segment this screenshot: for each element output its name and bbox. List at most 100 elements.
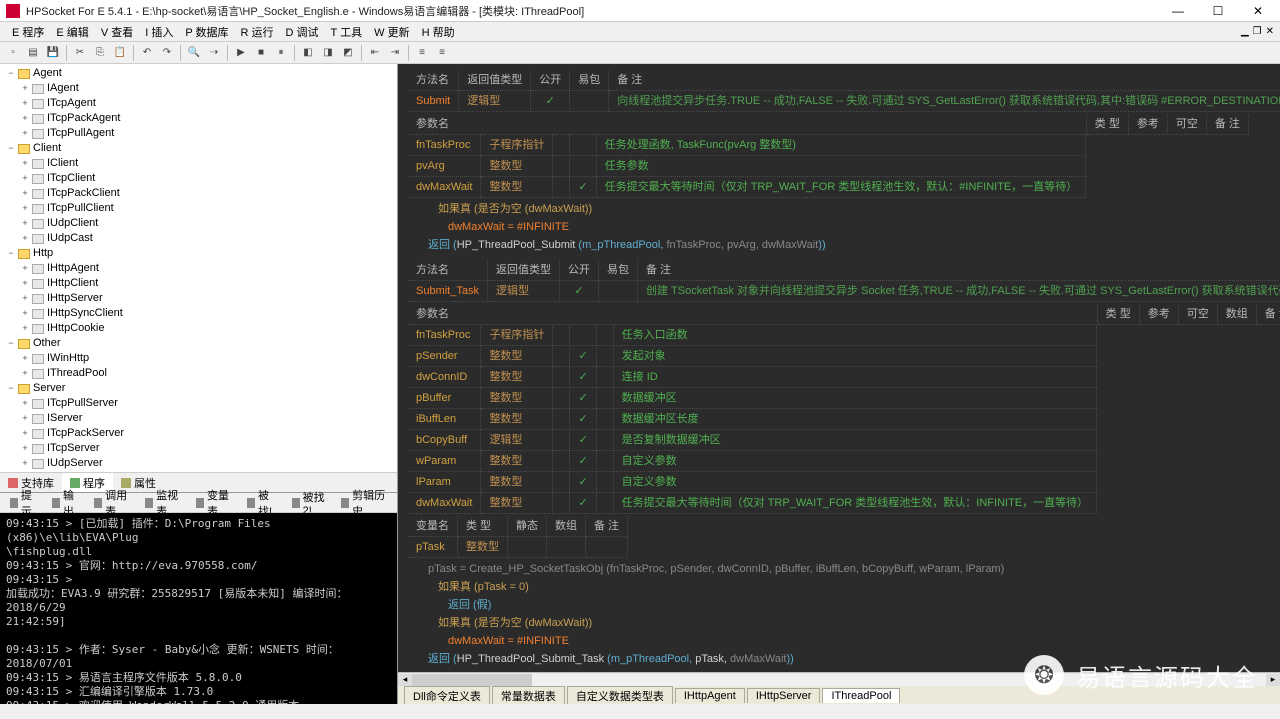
tree-item[interactable]: −Other [2, 336, 395, 351]
tree-item[interactable]: +ITcpPullAgent [2, 126, 395, 141]
expand-icon[interactable]: − [6, 142, 16, 155]
expand-icon[interactable]: − [6, 382, 16, 395]
tree-item[interactable]: +IHttpCookie [2, 321, 395, 336]
tree-item[interactable]: +ITcpPackAgent [2, 111, 395, 126]
tree-item[interactable]: +IThreadPool [2, 366, 395, 381]
tool-open-icon[interactable]: ▤ [24, 44, 42, 62]
tool-cut-icon[interactable]: ✂ [71, 44, 89, 62]
tool-a-icon[interactable]: ◧ [299, 44, 317, 62]
project-tree[interactable]: −Agent+IAgent+ITcpAgent+ITcpPackAgent+IT… [0, 64, 397, 472]
expand-icon[interactable]: − [6, 247, 16, 260]
expand-icon[interactable]: + [20, 232, 30, 245]
tree-item[interactable]: +IUdpServer [2, 456, 395, 471]
tree-item[interactable]: −Agent [2, 66, 395, 81]
expand-icon[interactable]: + [20, 322, 30, 335]
editor-tab[interactable]: IHttpAgent [675, 688, 745, 703]
tool-findnext-icon[interactable]: ⇢ [205, 44, 223, 62]
tree-item[interactable]: +IHttpClient [2, 276, 395, 291]
expand-icon[interactable]: + [20, 82, 30, 95]
tree-item[interactable]: +ITcpPullClient [2, 201, 395, 216]
tree-item[interactable]: +IWinHttp [2, 351, 395, 366]
expand-icon[interactable]: + [20, 277, 30, 290]
code-editor[interactable]: 方法名返回值类型公开易包备 注 Submit逻辑型✓向线程池提交异步任务.TRU… [398, 64, 1280, 672]
mdi-close-icon[interactable]: ✕ [1266, 26, 1274, 37]
editor-tab[interactable]: Dll命令定义表 [404, 686, 490, 705]
tree-item[interactable]: +IAgent [2, 81, 395, 96]
tool-save-icon[interactable]: 💾 [44, 44, 62, 62]
tree-item[interactable]: +IServer [2, 411, 395, 426]
tool-g-icon[interactable]: ≡ [433, 44, 451, 62]
menu-item[interactable]: E 编辑 [50, 22, 94, 42]
hscrollbar[interactable]: ◂ ▸ [398, 672, 1280, 686]
tool-find-icon[interactable]: 🔍 [185, 44, 203, 62]
menu-item[interactable]: T 工具 [325, 22, 369, 42]
tool-b-icon[interactable]: ◨ [319, 44, 337, 62]
tool-pause-icon[interactable]: ⏸ [272, 44, 290, 62]
tree-item[interactable]: −Http [2, 246, 395, 261]
menu-item[interactable]: H 帮助 [416, 22, 461, 42]
output-console[interactable]: 09:43:15 > [已加载] 插件：D:\Program Files (x8… [0, 513, 397, 704]
mdi-restore-icon[interactable]: ❐ [1253, 26, 1262, 37]
expand-icon[interactable]: − [6, 337, 16, 350]
mdi-minimize-icon[interactable]: ▁ [1241, 26, 1249, 37]
tool-new-icon[interactable]: ▫ [4, 44, 22, 62]
editor-tab[interactable]: IHttpServer [747, 688, 821, 703]
expand-icon[interactable]: − [6, 67, 16, 80]
tree-item[interactable]: +ITcpAgent [2, 96, 395, 111]
tool-undo-icon[interactable]: ↶ [138, 44, 156, 62]
expand-icon[interactable]: + [20, 157, 30, 170]
scroll-left-icon[interactable]: ◂ [398, 674, 412, 686]
maximize-button[interactable]: ☐ [1202, 2, 1234, 20]
expand-icon[interactable]: + [20, 127, 30, 140]
menu-item[interactable]: D 调试 [280, 22, 325, 42]
tool-copy-icon[interactable]: ⎘ [91, 44, 109, 62]
tool-paste-icon[interactable]: 📋 [111, 44, 129, 62]
menu-item[interactable]: W 更新 [368, 22, 415, 42]
tree-item[interactable]: −Server [2, 381, 395, 396]
tool-e-icon[interactable]: ⇥ [386, 44, 404, 62]
tree-item[interactable]: +IUdpClient [2, 216, 395, 231]
menu-item[interactable]: I 插入 [139, 22, 179, 42]
expand-icon[interactable]: + [20, 97, 30, 110]
expand-icon[interactable]: + [20, 292, 30, 305]
menu-item[interactable]: V 查看 [95, 22, 139, 42]
expand-icon[interactable]: + [20, 427, 30, 440]
expand-icon[interactable]: + [20, 397, 30, 410]
minimize-button[interactable]: — [1162, 2, 1194, 20]
editor-tab[interactable]: IThreadPool [822, 688, 900, 703]
close-button[interactable]: ✕ [1242, 2, 1274, 20]
expand-icon[interactable]: + [20, 442, 30, 455]
tree-item[interactable]: +ITcpPackClient [2, 186, 395, 201]
expand-icon[interactable]: + [20, 457, 30, 470]
expand-icon[interactable]: + [20, 262, 30, 275]
tree-item[interactable]: +ITcpClient [2, 171, 395, 186]
expand-icon[interactable]: + [20, 217, 30, 230]
menu-item[interactable]: E 程序 [6, 22, 50, 42]
expand-icon[interactable]: + [20, 202, 30, 215]
scroll-right-icon[interactable]: ▸ [1266, 674, 1280, 686]
expand-icon[interactable]: + [20, 412, 30, 425]
tree-item[interactable]: −Client [2, 141, 395, 156]
expand-icon[interactable]: + [20, 367, 30, 380]
tool-run-icon[interactable]: ▶ [232, 44, 250, 62]
editor-tab[interactable]: 常量数据表 [492, 686, 565, 705]
tree-item[interactable]: +IUdpCast [2, 231, 395, 246]
scroll-thumb[interactable] [412, 674, 532, 686]
menu-item[interactable]: P 数据库 [179, 22, 234, 42]
tool-redo-icon[interactable]: ↷ [158, 44, 176, 62]
tool-stop-icon[interactable]: ■ [252, 44, 270, 62]
tool-d-icon[interactable]: ⇤ [366, 44, 384, 62]
expand-icon[interactable]: + [20, 187, 30, 200]
tool-f-icon[interactable]: ≡ [413, 44, 431, 62]
expand-icon[interactable]: + [20, 307, 30, 320]
expand-icon[interactable]: + [20, 352, 30, 365]
tree-item[interactable]: +IHttpSyncClient [2, 306, 395, 321]
tree-item[interactable]: +ITcpPackServer [2, 426, 395, 441]
expand-icon[interactable]: + [20, 112, 30, 125]
expand-icon[interactable]: + [20, 172, 30, 185]
tree-item[interactable]: +IHttpServer [2, 291, 395, 306]
tool-c-icon[interactable]: ◩ [339, 44, 357, 62]
menu-item[interactable]: R 运行 [235, 22, 280, 42]
editor-tab[interactable]: 自定义数据类型表 [567, 686, 673, 705]
tree-item[interactable]: +ITcpServer [2, 441, 395, 456]
